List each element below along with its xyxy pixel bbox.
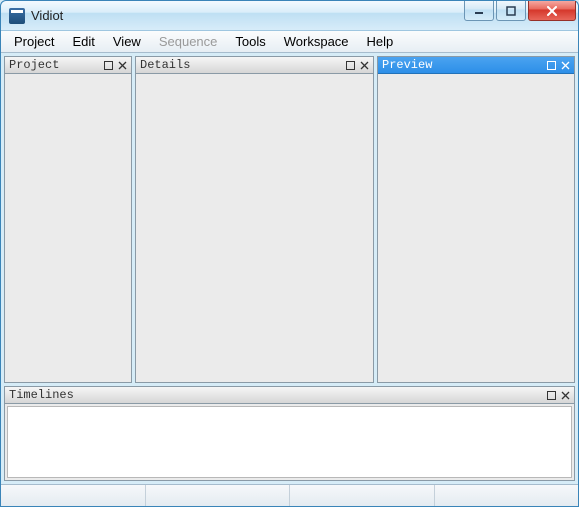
panel-details-body[interactable] bbox=[136, 74, 373, 382]
panel-preview-maximize[interactable] bbox=[544, 58, 558, 72]
status-cell-2 bbox=[146, 485, 291, 506]
panel-preview-body[interactable] bbox=[378, 74, 574, 382]
menu-view[interactable]: View bbox=[104, 32, 150, 51]
app-icon bbox=[9, 8, 25, 24]
menu-edit[interactable]: Edit bbox=[63, 32, 103, 51]
panel-timelines-maximize[interactable] bbox=[544, 388, 558, 402]
maximize-button[interactable] bbox=[496, 1, 526, 21]
window-title: Vidiot bbox=[31, 8, 63, 23]
statusbar bbox=[1, 484, 578, 506]
menu-sequence: Sequence bbox=[150, 32, 227, 51]
maximize-icon bbox=[547, 391, 556, 400]
menu-tools[interactable]: Tools bbox=[226, 32, 274, 51]
panel-timelines-body[interactable] bbox=[7, 406, 572, 478]
panel-details: Details bbox=[135, 56, 374, 383]
panel-project-close[interactable] bbox=[115, 58, 129, 72]
panel-project-maximize[interactable] bbox=[101, 58, 115, 72]
close-icon bbox=[561, 61, 570, 70]
panel-details-header[interactable]: Details bbox=[136, 57, 373, 74]
close-button[interactable] bbox=[528, 1, 576, 21]
panel-project-title: Project bbox=[9, 58, 101, 72]
panel-project-body[interactable] bbox=[5, 74, 131, 382]
panel-timelines: Timelines bbox=[4, 386, 575, 481]
app-window: Vidiot Project Edit View Sequence Tools … bbox=[0, 0, 579, 507]
menu-project[interactable]: Project bbox=[5, 32, 63, 51]
top-row: Project Details bbox=[4, 56, 575, 383]
menubar: Project Edit View Sequence Tools Workspa… bbox=[1, 31, 578, 53]
close-icon bbox=[360, 61, 369, 70]
close-icon bbox=[546, 6, 558, 16]
panel-details-maximize[interactable] bbox=[343, 58, 357, 72]
panel-timelines-title: Timelines bbox=[9, 388, 544, 402]
minimize-icon bbox=[474, 6, 484, 16]
status-cell-3 bbox=[290, 485, 435, 506]
panel-details-title: Details bbox=[140, 58, 343, 72]
client-area: Project Details bbox=[1, 53, 578, 484]
panel-preview-title: Preview bbox=[382, 58, 544, 72]
close-icon bbox=[118, 61, 127, 70]
panel-details-close[interactable] bbox=[357, 58, 371, 72]
window-buttons bbox=[464, 1, 576, 21]
maximize-icon bbox=[346, 61, 355, 70]
titlebar[interactable]: Vidiot bbox=[1, 1, 578, 31]
panel-project: Project bbox=[4, 56, 132, 383]
maximize-icon bbox=[506, 6, 516, 16]
panel-timelines-header[interactable]: Timelines bbox=[5, 387, 574, 404]
panel-preview: Preview bbox=[377, 56, 575, 383]
minimize-button[interactable] bbox=[464, 1, 494, 21]
menu-help[interactable]: Help bbox=[358, 32, 403, 51]
panel-timelines-close[interactable] bbox=[558, 388, 572, 402]
maximize-icon bbox=[104, 61, 113, 70]
status-cell-1 bbox=[1, 485, 146, 506]
panel-preview-close[interactable] bbox=[558, 58, 572, 72]
panel-preview-header[interactable]: Preview bbox=[378, 57, 574, 74]
menu-workspace[interactable]: Workspace bbox=[275, 32, 358, 51]
panel-project-header[interactable]: Project bbox=[5, 57, 131, 74]
status-cell-4 bbox=[435, 485, 579, 506]
maximize-icon bbox=[547, 61, 556, 70]
close-icon bbox=[561, 391, 570, 400]
